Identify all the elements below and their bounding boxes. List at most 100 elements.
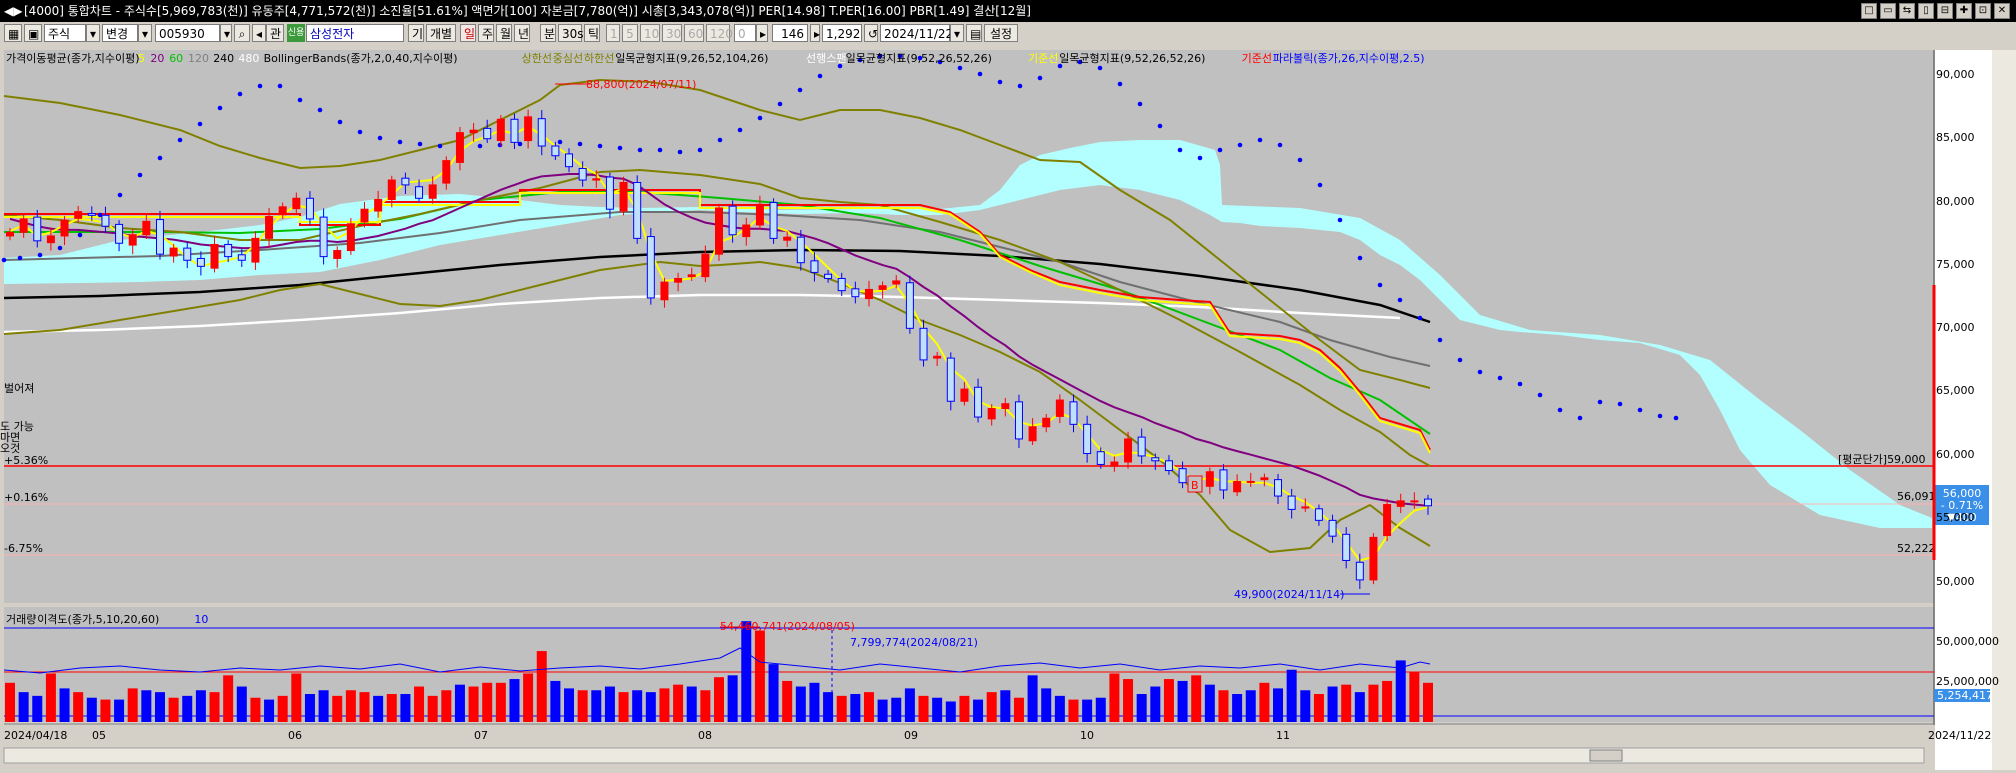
mode-select[interactable]: 변경 xyxy=(102,24,138,42)
volume-bar xyxy=(427,695,438,722)
close-icon[interactable]: ✕ xyxy=(1994,3,2010,19)
column-icon[interactable]: ▯ xyxy=(1918,3,1934,19)
period-month[interactable]: 월 xyxy=(496,24,512,42)
code-dropdown-icon[interactable]: ▾ xyxy=(220,24,232,42)
period-tick[interactable]: 틱 xyxy=(584,24,600,42)
legend-entry-5[interactable]: 240 xyxy=(213,52,234,65)
sar-dot xyxy=(137,172,143,178)
y-tick-70000: 70,000 xyxy=(1936,321,1975,334)
period-year[interactable]: 년 xyxy=(514,24,530,42)
zero-input[interactable]: 0 xyxy=(734,24,756,42)
sar-dot xyxy=(477,143,483,149)
individual-button[interactable]: 개별 xyxy=(426,24,456,42)
legend-entry-7[interactable]: BollingerBands(종가,2,0,40,지수이평) xyxy=(264,52,458,65)
volume-bar xyxy=(1395,660,1406,722)
horizontal-scrollbar[interactable] xyxy=(3,747,1925,764)
legend-entry-17[interactable]: 파라볼릭(종가,26,지수이평,2.5) xyxy=(1273,52,1425,65)
legend-entry-8[interactable]: 상한선 xyxy=(522,52,552,65)
interval-60[interactable]: 60 xyxy=(684,24,704,42)
legend-entry-16[interactable]: 기준선 xyxy=(1242,52,1272,65)
sar-dot xyxy=(1217,147,1223,153)
y-tick-50000: 50,000 xyxy=(1936,575,1975,588)
settings-button[interactable]: 설정 xyxy=(984,24,1018,42)
volume-bar xyxy=(645,692,656,722)
legend-entry-10[interactable]: 하한선 xyxy=(584,51,614,65)
legend-entry-1[interactable]: 이격도(종가,5,10,20,60) xyxy=(37,613,159,626)
sar-dot xyxy=(1417,315,1423,321)
legend-entry-12[interactable]: 선행스팬 xyxy=(806,52,846,65)
sar-dot xyxy=(1137,101,1143,107)
legend-entry-14[interactable]: 기준선 xyxy=(1028,52,1058,65)
sar-dot xyxy=(1017,83,1023,89)
minimize-icon[interactable]: ⊟ xyxy=(1937,3,1953,19)
legend-entry-0[interactable]: 거래량 xyxy=(6,613,36,626)
zero-spin-icon[interactable]: ▸ xyxy=(756,24,768,42)
volume-bar xyxy=(441,690,452,722)
refresh-icon[interactable]: ↺ xyxy=(864,24,878,42)
legend-entry-2[interactable]: 10 xyxy=(194,613,208,626)
prev-icon[interactable]: ◂ xyxy=(252,24,266,42)
legend-entry-9[interactable]: 중심선 xyxy=(553,52,583,65)
volume-bar xyxy=(454,684,465,722)
search-icon[interactable]: ⌕ xyxy=(234,24,250,42)
side-text-4: 오것 xyxy=(0,442,20,455)
legend-entry-2[interactable]: 20 xyxy=(150,52,164,65)
stock-code-input[interactable]: 005930 xyxy=(155,24,220,42)
legend-entry-13[interactable]: 일목균형지표(9,52,26,52,26) xyxy=(846,51,992,65)
grid-icon[interactable]: ▦ xyxy=(4,24,22,42)
link-icon[interactable]: ⇆ xyxy=(1899,3,1915,19)
volume-bar xyxy=(1286,669,1297,722)
interval-120[interactable]: 120 xyxy=(706,24,733,42)
volume-bar xyxy=(836,695,847,722)
mode-dropdown-icon[interactable]: ▾ xyxy=(138,24,152,42)
interval-1[interactable]: 1 xyxy=(606,24,620,42)
volume-bar xyxy=(768,664,779,722)
legend-entry-3[interactable]: 60 xyxy=(169,52,183,65)
ratio-input[interactable]: 1,292 xyxy=(822,24,862,42)
count-input[interactable]: 146 xyxy=(772,24,808,42)
legend-entry-0[interactable]: 가격이동평균(종가,지수이평) xyxy=(6,52,140,65)
period-week[interactable]: 주 xyxy=(478,24,494,42)
interval-5[interactable]: 5 xyxy=(622,24,638,42)
period-minute[interactable]: 분 xyxy=(540,24,556,42)
maximize-icon[interactable]: ⊡ xyxy=(1975,3,1991,19)
legend-entry-1[interactable]: 5 xyxy=(138,52,145,65)
gi-button[interactable]: 기 xyxy=(408,24,424,42)
count-spin-icon[interactable]: ▸ xyxy=(810,24,820,42)
calendar-icon[interactable]: ▤ xyxy=(966,24,982,42)
settle-button[interactable]: 관 xyxy=(266,24,284,42)
legend-entry-15[interactable]: 일목균형지표(9,52,26,52,26) xyxy=(1059,51,1205,65)
scrollbar-thumb[interactable] xyxy=(1589,749,1623,762)
volume-bar xyxy=(754,630,765,722)
y-tick-75000: 75,000 xyxy=(1936,258,1975,271)
legend-entry-4[interactable]: 120 xyxy=(188,52,209,65)
market-select[interactable]: 주식 xyxy=(44,24,86,42)
volume-bar xyxy=(195,690,206,722)
tile-icon[interactable]: ▣ xyxy=(24,24,42,42)
date-input[interactable]: 2024/11/22 xyxy=(880,24,953,42)
restore-icon[interactable]: □ xyxy=(1861,3,1877,19)
interval-10[interactable]: 10 xyxy=(640,24,660,42)
volume-bar xyxy=(918,695,929,722)
period-30s[interactable]: 30s xyxy=(558,24,584,42)
date-dropdown-icon[interactable]: ▾ xyxy=(950,24,964,42)
sar-dot xyxy=(1357,255,1363,261)
layout-icon[interactable]: ▭ xyxy=(1880,3,1896,19)
stock-name-field[interactable]: 삼성전자 xyxy=(306,24,404,42)
volume-bar xyxy=(1013,697,1024,722)
stock-chart[interactable]: 88,800(2024/07/11) 49,900(2024/11/14) B … xyxy=(0,46,2016,770)
period-day[interactable]: 일 xyxy=(460,24,476,42)
candle-66 xyxy=(905,275,914,334)
sar-dot xyxy=(317,107,323,113)
chart-area[interactable]: 88,800(2024/07/11) 49,900(2024/11/14) B … xyxy=(0,46,2016,770)
volume-bar xyxy=(1150,686,1161,722)
sar-dot xyxy=(217,105,223,111)
interval-30[interactable]: 30 xyxy=(662,24,682,42)
sar-dot xyxy=(1597,399,1603,405)
legend-entry-6[interactable]: 480 xyxy=(238,52,259,65)
pin-icon[interactable]: ✚ xyxy=(1956,3,1972,19)
nav-arrows-icon[interactable]: ◀▶ xyxy=(4,0,22,22)
legend-entry-11[interactable]: 일목균형지표(9,26,52,104,26) xyxy=(615,51,768,65)
market-dropdown-icon[interactable]: ▾ xyxy=(86,24,100,42)
volume-bar xyxy=(182,695,193,722)
